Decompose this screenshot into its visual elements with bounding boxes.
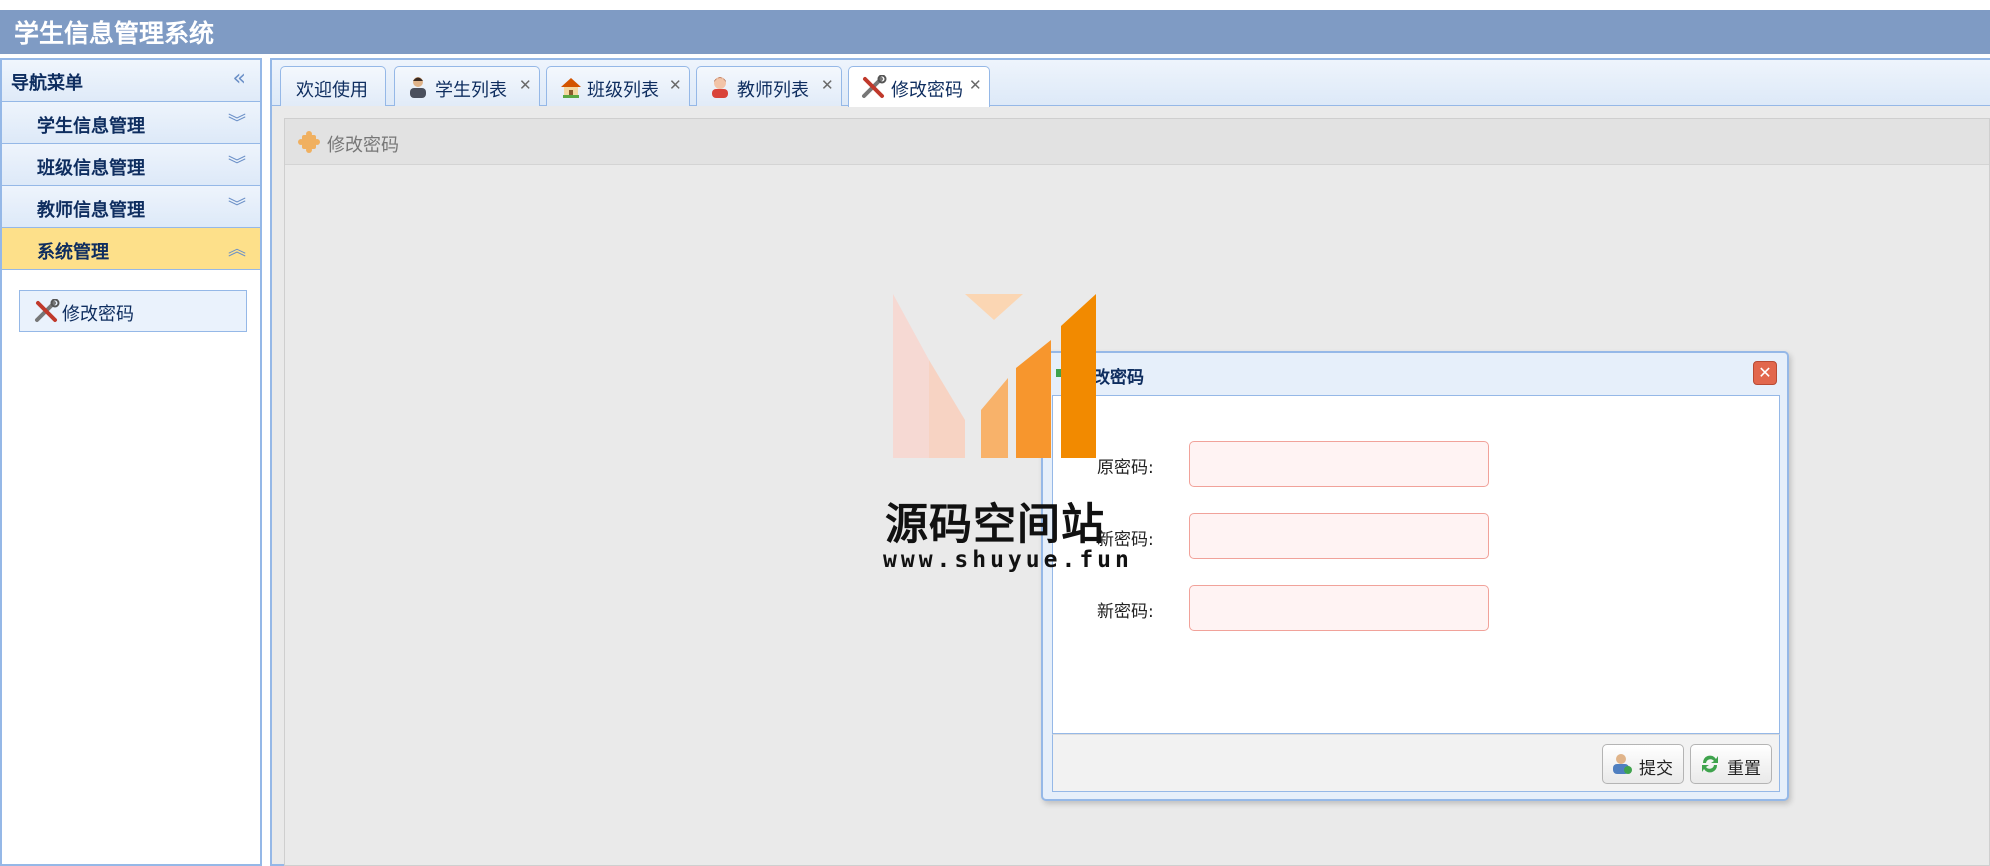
sidebar-section-classes[interactable]: 班级信息管理 ︾ [2, 144, 260, 186]
student-icon [407, 75, 429, 104]
close-icon[interactable]: ✕ [669, 76, 682, 94]
old-password-field[interactable] [1189, 441, 1489, 487]
tab-label: 修改密码 [891, 80, 963, 101]
tab-bar: 欢迎使用 学生列表 ✕ 班级列表 ✕ 教师列表 ✕ 修改密码 ✕ [272, 60, 1990, 107]
submit-button-label: 提交 [1639, 759, 1673, 779]
close-icon[interactable]: ✕ [1753, 361, 1777, 385]
old-password-label: 原密码: [1097, 458, 1154, 478]
tab-student-list[interactable]: 学生列表 ✕ [394, 66, 540, 106]
tab-teacher-list[interactable]: 教师列表 ✕ [696, 66, 842, 106]
submit-button[interactable]: 提交 [1602, 744, 1684, 784]
header-bar: 学生信息管理系统 [0, 0, 1990, 54]
sidebar-section-students[interactable]: 学生信息管理 ︾ [2, 102, 260, 144]
sidebar-link-label: 修改密码 [62, 304, 134, 325]
content-panel-header: 修改密码 [285, 119, 1989, 165]
sidebar-title: 导航菜单 [11, 73, 83, 94]
form-row-new-password: 新密码: [1053, 513, 1779, 559]
house-icon [559, 75, 583, 104]
change-password-dialog: 改密码 ✕ 原密码: 新密码: 新密码: 提交 重置 [1041, 351, 1789, 801]
dialog-body: 原密码: 新密码: 新密码: [1052, 395, 1780, 734]
sidebar-section-teachers[interactable]: 教师信息管理 ︾ [2, 186, 260, 228]
chevron-up-icon: ︽ [228, 239, 246, 260]
confirm-password-field[interactable] [1189, 585, 1489, 631]
chevron-down-icon: ︾ [228, 197, 246, 218]
watermark-url: www.shuyue.fun [883, 547, 1133, 573]
tab-label: 学生列表 [435, 80, 507, 101]
tab-welcome[interactable]: 欢迎使用 [280, 66, 386, 106]
form-row-old-password: 原密码: [1053, 441, 1779, 487]
tools-icon [34, 298, 60, 328]
sidebar: 导航菜单 « 学生信息管理 ︾ 班级信息管理 ︾ 教师信息管理 ︾ 系统管理 ︽… [0, 58, 262, 866]
confirm-password-label: 新密码: [1097, 602, 1154, 622]
watermark-title: 源码空间站 [885, 500, 1105, 550]
watermark-logo [893, 294, 1096, 458]
sidebar-section-label: 班级信息管理 [37, 158, 145, 179]
sidebar-link-change-password[interactable]: 修改密码 [19, 290, 247, 332]
chevron-down-icon: ︾ [228, 155, 246, 176]
tab-class-list[interactable]: 班级列表 ✕ [546, 66, 690, 106]
tab-change-password[interactable]: 修改密码 ✕ [848, 66, 990, 107]
collapse-left-icon[interactable]: « [233, 66, 246, 91]
new-password-field[interactable] [1189, 513, 1489, 559]
content-panel-title: 修改密码 [327, 135, 399, 156]
tab-label: 欢迎使用 [296, 80, 368, 101]
dialog-header[interactable]: 改密码 ✕ [1043, 353, 1787, 395]
sidebar-section-label: 学生信息管理 [37, 116, 145, 137]
dialog-footer: 提交 重置 [1052, 734, 1780, 792]
reset-button-label: 重置 [1727, 759, 1761, 779]
reset-button[interactable]: 重置 [1690, 744, 1772, 784]
teacher-icon [709, 75, 731, 104]
tools-icon [861, 74, 887, 104]
puzzle-icon [297, 130, 321, 159]
close-icon[interactable]: ✕ [821, 76, 834, 94]
refresh-icon [1699, 753, 1721, 780]
sidebar-section-label: 教师信息管理 [37, 200, 145, 221]
tab-label: 教师列表 [737, 80, 809, 101]
close-icon[interactable]: ✕ [519, 76, 532, 94]
app-title: 学生信息管理系统 [14, 19, 215, 48]
chevron-down-icon: ︾ [228, 113, 246, 134]
tab-label: 班级列表 [587, 80, 659, 101]
form-row-confirm-password: 新密码: [1053, 585, 1779, 631]
sidebar-section-label: 系统管理 [37, 242, 109, 263]
sidebar-header: 导航菜单 « [2, 60, 260, 102]
sidebar-section-system[interactable]: 系统管理 ︽ [2, 228, 260, 270]
close-icon[interactable]: ✕ [969, 76, 982, 94]
user-icon [1611, 753, 1633, 780]
